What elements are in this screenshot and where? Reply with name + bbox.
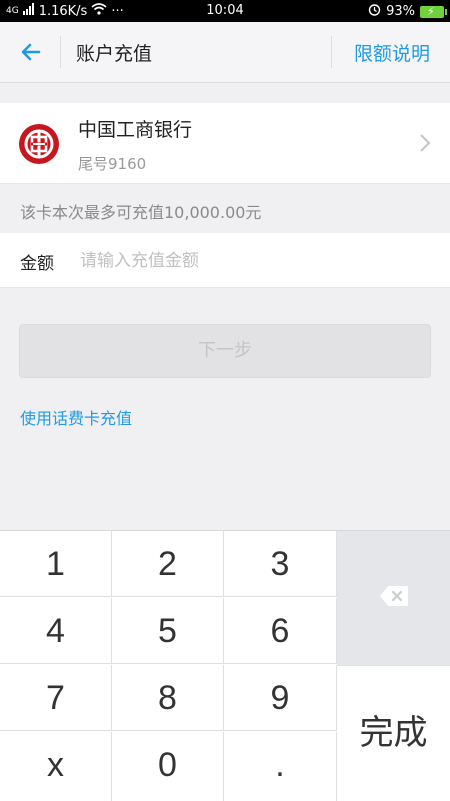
- key-4[interactable]: 4: [0, 598, 112, 664]
- nav-divider: [60, 36, 61, 68]
- numeric-keypad: 1 2 3 4 5 6 7 8 9 x 0 . 完成: [0, 530, 450, 801]
- backspace-icon: [379, 585, 409, 611]
- nav-bar: 账户充值 限额说明: [0, 22, 450, 83]
- key-2[interactable]: 2: [112, 531, 224, 597]
- card-tail-number: 尾号9160: [78, 155, 147, 173]
- key-8[interactable]: 8: [112, 665, 224, 731]
- bank-name: 中国工商银行: [78, 119, 193, 141]
- icbc-logo-icon: [19, 124, 59, 164]
- chevron-right-icon: [418, 129, 432, 157]
- key-0[interactable]: 0: [112, 732, 224, 801]
- key-dot[interactable]: .: [224, 732, 337, 801]
- key-7[interactable]: 7: [0, 665, 112, 731]
- key-5[interactable]: 5: [112, 598, 224, 664]
- key-1[interactable]: 1: [0, 531, 112, 597]
- nav-divider: [331, 36, 332, 68]
- key-x[interactable]: x: [0, 732, 112, 801]
- page-title: 账户充值: [76, 43, 153, 65]
- done-key[interactable]: 完成: [337, 666, 450, 801]
- battery-icon: ⚡: [420, 5, 447, 18]
- backspace-key[interactable]: [337, 531, 450, 666]
- back-arrow-icon[interactable]: [14, 36, 48, 68]
- key-3[interactable]: 3: [224, 531, 337, 597]
- amount-label: 金额: [20, 254, 54, 274]
- bank-card-selector[interactable]: 中国工商银行 尾号9160: [0, 103, 450, 184]
- recharge-limit-text: 该卡本次最多可充值10,000.00元: [20, 203, 262, 222]
- battery-percent: 93%: [386, 4, 415, 19]
- next-step-button[interactable]: 下一步: [19, 324, 431, 378]
- status-bar: 4G 1.16K/s ··· 10:04 93% ⚡: [0, 0, 450, 22]
- amount-input[interactable]: [78, 243, 422, 279]
- recharge-limit-row: 该卡本次最多可充值10,000.00元: [0, 184, 450, 233]
- key-9[interactable]: 9: [224, 665, 337, 731]
- key-6[interactable]: 6: [224, 598, 337, 664]
- alarm-icon: [368, 3, 381, 20]
- phone-card-recharge-link[interactable]: 使用话费卡充值: [20, 405, 132, 429]
- amount-row: 金额: [0, 233, 450, 288]
- limit-info-link[interactable]: 限额说明: [354, 39, 430, 66]
